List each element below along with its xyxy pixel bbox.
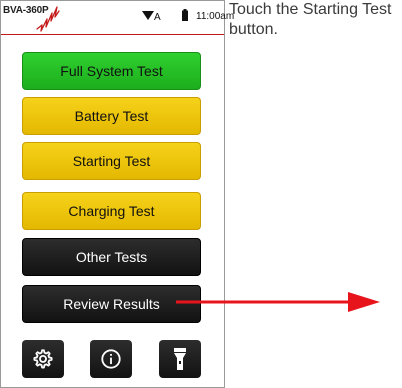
instruction-text: Touch the Starting Test button. <box>229 1 392 38</box>
review-results-button[interactable]: Review Results <box>22 285 201 323</box>
wifi-signal-icon <box>142 11 154 20</box>
battery-icon <box>182 9 188 21</box>
flashlight-icon <box>174 348 186 370</box>
info-icon <box>101 349 121 369</box>
pointer-arrow <box>176 292 380 312</box>
starting-test-button[interactable]: Starting Test <box>22 142 201 180</box>
charging-test-button[interactable]: Charging Test <box>22 192 201 230</box>
status-divider <box>1 34 224 35</box>
battery-test-button[interactable]: Battery Test <box>22 97 201 135</box>
settings-button[interactable] <box>22 340 64 378</box>
full-system-test-button[interactable]: Full System Test <box>22 52 201 90</box>
other-tests-button[interactable]: Other Tests <box>22 238 201 276</box>
device-screen: BVA-360P A 11:00am Full System Test Batt… <box>0 0 234 388</box>
network-label: A <box>154 12 161 23</box>
info-button[interactable] <box>90 340 132 378</box>
gear-icon <box>33 349 53 369</box>
status-bar: BVA-360P A 11:00am <box>1 1 234 35</box>
flashlight-button[interactable] <box>159 340 201 378</box>
brand-logo <box>36 6 60 32</box>
